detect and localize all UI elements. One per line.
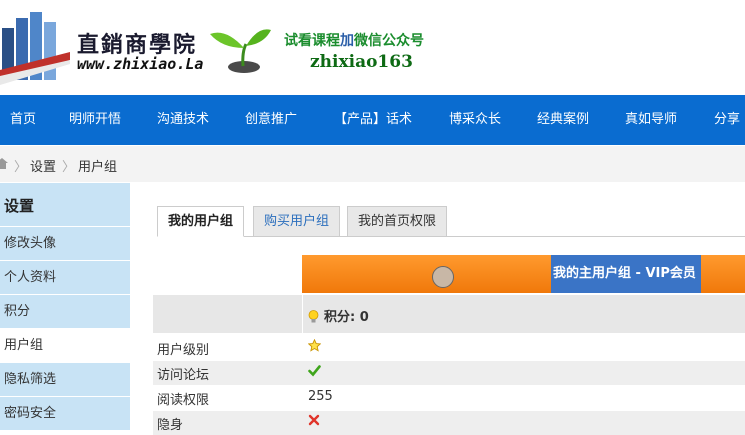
permission-value bbox=[307, 338, 322, 355]
lightbulb-icon bbox=[308, 310, 319, 323]
sidebar-item-privacy[interactable]: 隐私筛选 bbox=[0, 362, 130, 396]
permission-row: 隐身 bbox=[153, 411, 745, 435]
breadcrumb: 〉 设置 〉 用户组 bbox=[0, 146, 745, 182]
nav-item[interactable]: 经典案例 bbox=[537, 95, 589, 145]
points-text: 积分: 0 bbox=[324, 310, 369, 325]
permission-label: 访问论坛 bbox=[157, 368, 210, 383]
site-header: 直銷商學院 www.zhixiao.La 试看课程加微信公众号 zhixiao1… bbox=[0, 0, 745, 95]
nav-item[interactable]: 【产品】话术 bbox=[334, 95, 412, 145]
permission-label: 阅读权限 bbox=[157, 393, 210, 408]
check-icon bbox=[308, 365, 321, 377]
permission-label: 用户级别 bbox=[157, 343, 210, 358]
nav-item[interactable]: 创意推广 bbox=[245, 95, 297, 145]
tab-my-usergroup[interactable]: 我的用户组 bbox=[157, 206, 245, 237]
breadcrumb-usergroup[interactable]: 用户组 bbox=[78, 156, 117, 175]
logo-books-icon[interactable] bbox=[0, 10, 70, 85]
breadcrumb-separator: 〉 bbox=[62, 160, 76, 175]
points-value: 积分: 0 bbox=[308, 306, 369, 325]
progress-knob bbox=[432, 266, 454, 288]
column-divider bbox=[302, 295, 303, 333]
permission-row: 用户级别 bbox=[153, 336, 745, 360]
cross-icon bbox=[308, 414, 320, 426]
sidebar-title: 设置 bbox=[4, 197, 35, 215]
breadcrumb-separator: 〉 bbox=[14, 160, 28, 175]
sprout-icon bbox=[210, 29, 271, 73]
promo-part-c: 微信公众号 bbox=[354, 33, 424, 49]
main-nav: 首页 明师开悟 沟通技术 创意推广 【产品】话术 博采众长 经典案例 真如导师 … bbox=[0, 95, 745, 145]
sidebar-item-usergroup[interactable]: 用户组 bbox=[0, 328, 130, 362]
sidebar-item-avatar[interactable]: 修改头像 bbox=[0, 226, 130, 260]
promo-part-b: 加 bbox=[340, 33, 354, 49]
promo-text: 试看课程加微信公众号 bbox=[284, 30, 424, 50]
sidebar-item-profile[interactable]: 个人资料 bbox=[0, 260, 130, 294]
breadcrumb-settings[interactable]: 设置 bbox=[30, 156, 56, 175]
main-usergroup-label: 我的主用户组 - VIP会员 bbox=[551, 255, 701, 293]
permission-row: 访问论坛 bbox=[153, 361, 745, 385]
permission-row: 阅读权限 255 bbox=[153, 386, 745, 410]
home-icon[interactable] bbox=[0, 158, 8, 169]
sidebar-item-password[interactable]: 密码安全 bbox=[0, 396, 130, 430]
permission-value: 255 bbox=[308, 389, 333, 404]
nav-item[interactable]: 明师开悟 bbox=[69, 95, 121, 145]
permission-label: 隐身 bbox=[157, 418, 184, 433]
logo-url[interactable]: www.zhixiao.La bbox=[77, 55, 203, 73]
nav-item-home[interactable]: 首页 bbox=[10, 95, 36, 145]
wechat-id: zhixiao163 bbox=[310, 52, 413, 72]
sidebar-item-points[interactable]: 积分 bbox=[0, 294, 130, 328]
permission-value bbox=[308, 414, 320, 429]
nav-item[interactable]: 博采众长 bbox=[449, 95, 501, 145]
promo-part-a: 试看课程 bbox=[284, 33, 340, 49]
nav-item[interactable]: 分享 bbox=[714, 95, 740, 145]
points-row: 积分: 0 bbox=[153, 295, 745, 333]
nav-item[interactable]: 真如导师 bbox=[625, 95, 677, 145]
tab-underline bbox=[157, 236, 745, 237]
tab-homepage-permissions[interactable]: 我的首页权限 bbox=[347, 206, 448, 237]
nav-item[interactable]: 沟通技术 bbox=[157, 95, 209, 145]
settings-sidebar: 设置 修改头像 个人资料 积分 用户组 隐私筛选 密码安全 bbox=[0, 183, 130, 430]
star-icon bbox=[307, 338, 322, 352]
tab-buy-usergroup[interactable]: 购买用户组 bbox=[253, 206, 341, 237]
permission-value bbox=[308, 364, 321, 380]
